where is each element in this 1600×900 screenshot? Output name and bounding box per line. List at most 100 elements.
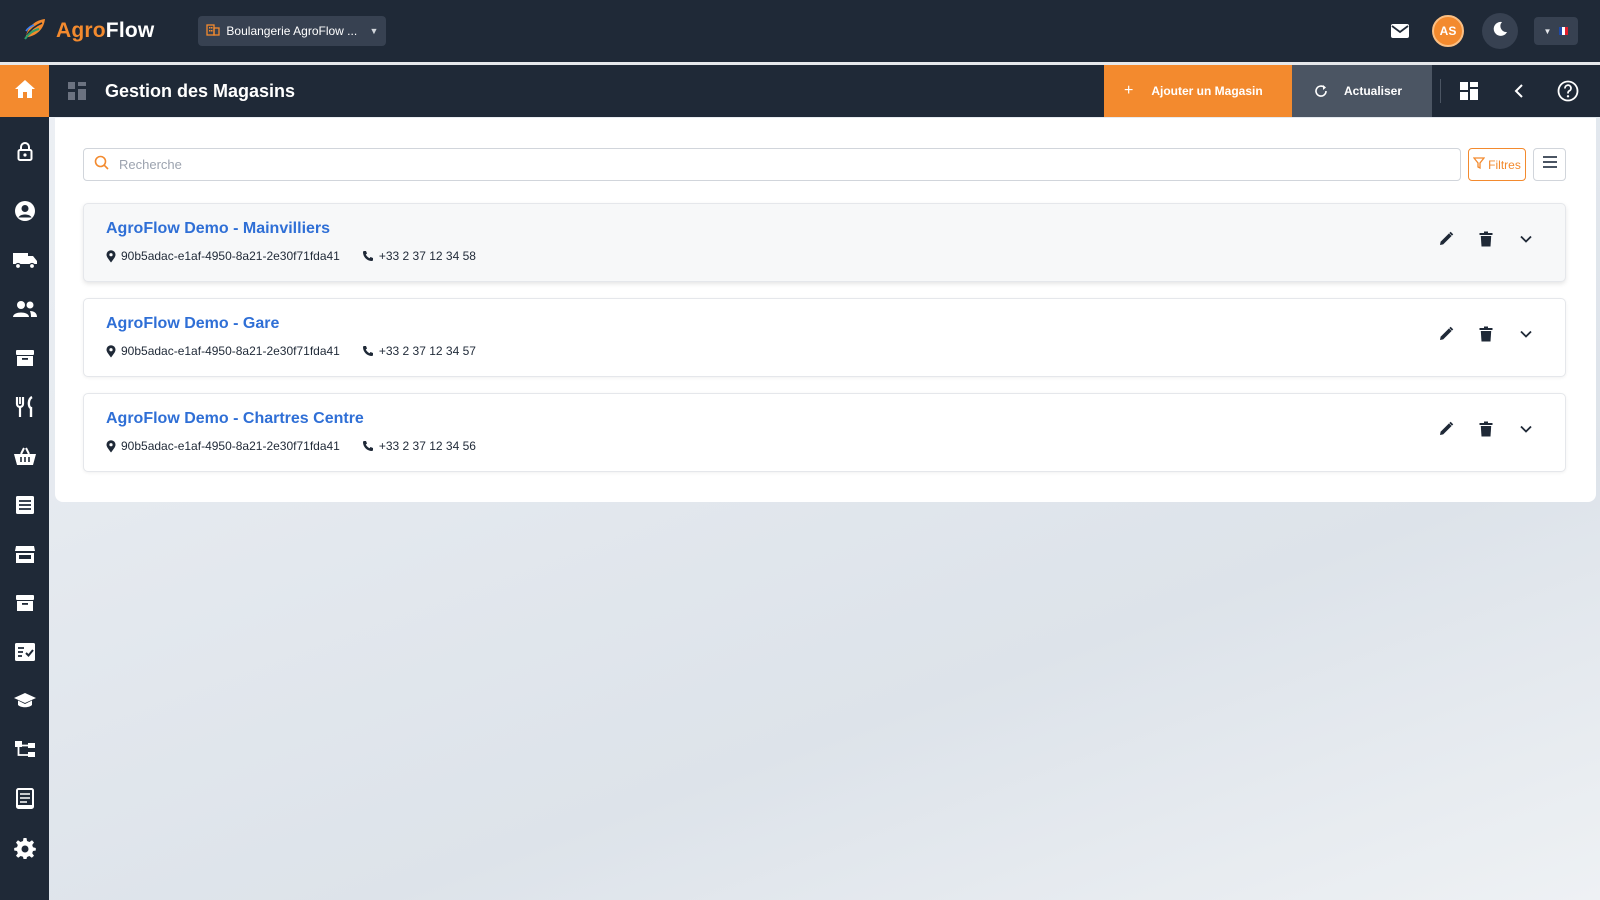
phone-icon bbox=[362, 251, 373, 261]
edit-button[interactable] bbox=[1435, 418, 1457, 440]
sidebar-item-settings[interactable] bbox=[0, 830, 49, 870]
lock-icon bbox=[16, 141, 34, 166]
user-circle-icon bbox=[14, 200, 36, 227]
delete-button[interactable] bbox=[1475, 418, 1497, 440]
stores-panel: Filtres AgroFlow Demo - Mainvilliers 90b… bbox=[55, 118, 1596, 502]
search-icon bbox=[94, 155, 109, 175]
store-card[interactable]: AgroFlow Demo - Gare 90b5adac-e1af-4950-… bbox=[83, 298, 1566, 377]
location-pin-icon bbox=[106, 344, 116, 357]
sidebar-item-archive[interactable] bbox=[0, 340, 49, 380]
chevron-down-icon bbox=[1520, 235, 1532, 243]
company-selector[interactable]: Boulangerie AgroFlow ... ▼ bbox=[198, 16, 387, 46]
app-name: AgroFlow bbox=[56, 19, 155, 42]
filters-button[interactable]: Filtres bbox=[1468, 148, 1526, 181]
sidebar-item-delivery[interactable] bbox=[0, 242, 49, 282]
moon-icon bbox=[1492, 21, 1508, 42]
store-name-link[interactable]: AgroFlow Demo - Chartres Centre bbox=[106, 410, 364, 428]
utensils-icon bbox=[14, 395, 36, 423]
sidebar-item-lock[interactable] bbox=[0, 133, 49, 173]
sidebar-item-home[interactable] bbox=[0, 65, 49, 117]
pencil-icon bbox=[1440, 421, 1454, 435]
location-pin-icon bbox=[106, 439, 116, 452]
gear-icon bbox=[13, 837, 36, 864]
expand-button[interactable] bbox=[1515, 323, 1537, 345]
sidebar-item-tasks[interactable] bbox=[0, 634, 49, 674]
dashboard-layout-icon[interactable] bbox=[1456, 78, 1482, 104]
search-input[interactable] bbox=[119, 157, 1460, 172]
store-address: 90b5adac-e1af-4950-8a21-2e30f71fda41 bbox=[121, 249, 340, 263]
list-icon bbox=[15, 495, 35, 520]
refresh-icon bbox=[1314, 84, 1328, 98]
expand-button[interactable] bbox=[1515, 418, 1537, 440]
hamburger-menu-icon bbox=[1542, 155, 1558, 174]
home-icon bbox=[14, 79, 36, 104]
sidebar-item-stores[interactable] bbox=[0, 536, 49, 576]
edit-button[interactable] bbox=[1435, 228, 1457, 250]
leaf-logo-icon bbox=[22, 16, 48, 47]
store-phone: +33 2 37 12 34 56 bbox=[378, 439, 476, 453]
store-phone: +33 2 37 12 34 57 bbox=[378, 344, 476, 358]
add-store-button-label: Ajouter un Magasin bbox=[1151, 84, 1263, 98]
search-bar[interactable] bbox=[83, 148, 1461, 181]
sidebar-item-training[interactable] bbox=[0, 683, 49, 723]
sidebar-item-recipes[interactable] bbox=[0, 389, 49, 429]
expand-button[interactable] bbox=[1515, 228, 1537, 250]
trash-icon bbox=[1479, 326, 1493, 342]
apps-grid-icon[interactable] bbox=[67, 81, 87, 101]
chevron-down-icon bbox=[1520, 330, 1532, 338]
page-title: Gestion des Magasins bbox=[105, 80, 296, 101]
sidebar-item-documents[interactable] bbox=[0, 781, 49, 821]
mail-icon[interactable] bbox=[1390, 23, 1410, 39]
store-icon bbox=[14, 544, 36, 569]
filter-icon bbox=[1472, 157, 1486, 172]
sidebar-item-list[interactable] bbox=[0, 487, 49, 527]
filters-button-label: Filtres bbox=[1488, 157, 1521, 172]
sidebar-item-profile[interactable] bbox=[0, 193, 49, 233]
truck-icon bbox=[12, 251, 38, 274]
trash-icon bbox=[1479, 231, 1493, 247]
pencil-icon bbox=[1440, 231, 1454, 245]
store-phone: +33 2 37 12 34 58 bbox=[378, 249, 476, 263]
plus-icon: + bbox=[1124, 82, 1134, 99]
caret-down-icon: ▼ bbox=[1543, 26, 1552, 36]
phone-icon bbox=[362, 346, 373, 356]
help-icon[interactable] bbox=[1555, 78, 1581, 104]
store-address: 90b5adac-e1af-4950-8a21-2e30f71fda41 bbox=[121, 439, 340, 453]
checklist-icon bbox=[14, 642, 36, 667]
top-navbar: AgroFlow Boulangerie AgroFlow ... ▼ AS ▼ bbox=[0, 0, 1600, 62]
company-selector-label: Boulangerie AgroFlow ... bbox=[226, 24, 358, 38]
hierarchy-icon bbox=[14, 740, 36, 765]
building-icon bbox=[206, 23, 221, 39]
store-card[interactable]: AgroFlow Demo - Mainvilliers 90b5adac-e1… bbox=[83, 203, 1566, 282]
delete-button[interactable] bbox=[1475, 323, 1497, 345]
user-avatar[interactable]: AS bbox=[1432, 15, 1464, 47]
edit-button[interactable] bbox=[1435, 323, 1457, 345]
graduation-cap-icon bbox=[13, 691, 37, 716]
store-name-link[interactable]: AgroFlow Demo - Mainvilliers bbox=[106, 220, 330, 238]
sidebar-item-orders[interactable] bbox=[0, 438, 49, 478]
store-name-link[interactable]: AgroFlow Demo - Gare bbox=[106, 315, 279, 333]
delete-button[interactable] bbox=[1475, 228, 1497, 250]
view-options-button[interactable] bbox=[1533, 148, 1566, 181]
pencil-icon bbox=[1440, 326, 1454, 340]
basket-icon bbox=[13, 446, 37, 471]
refresh-button[interactable]: Actualiser bbox=[1292, 65, 1432, 117]
box-icon bbox=[15, 593, 35, 618]
flag-fr-icon bbox=[1559, 27, 1569, 35]
document-icon bbox=[15, 787, 35, 815]
header-divider bbox=[1440, 79, 1441, 103]
location-pin-icon bbox=[106, 249, 116, 262]
add-store-button[interactable]: + Ajouter un Magasin bbox=[1104, 65, 1292, 117]
theme-toggle-button[interactable] bbox=[1482, 13, 1518, 49]
trash-icon bbox=[1479, 421, 1493, 437]
sidebar-item-users[interactable] bbox=[0, 291, 49, 331]
store-card[interactable]: AgroFlow Demo - Chartres Centre 90b5adac… bbox=[83, 393, 1566, 472]
app-logo[interactable]: AgroFlow bbox=[22, 16, 154, 47]
phone-icon bbox=[362, 441, 373, 451]
sidebar-item-inventory[interactable] bbox=[0, 585, 49, 625]
sidebar-item-hierarchy[interactable] bbox=[0, 732, 49, 772]
store-address: 90b5adac-e1af-4950-8a21-2e30f71fda41 bbox=[121, 344, 340, 358]
language-selector[interactable]: ▼ bbox=[1534, 17, 1578, 45]
chevron-left-icon[interactable] bbox=[1506, 78, 1532, 104]
archive-icon bbox=[15, 348, 35, 373]
